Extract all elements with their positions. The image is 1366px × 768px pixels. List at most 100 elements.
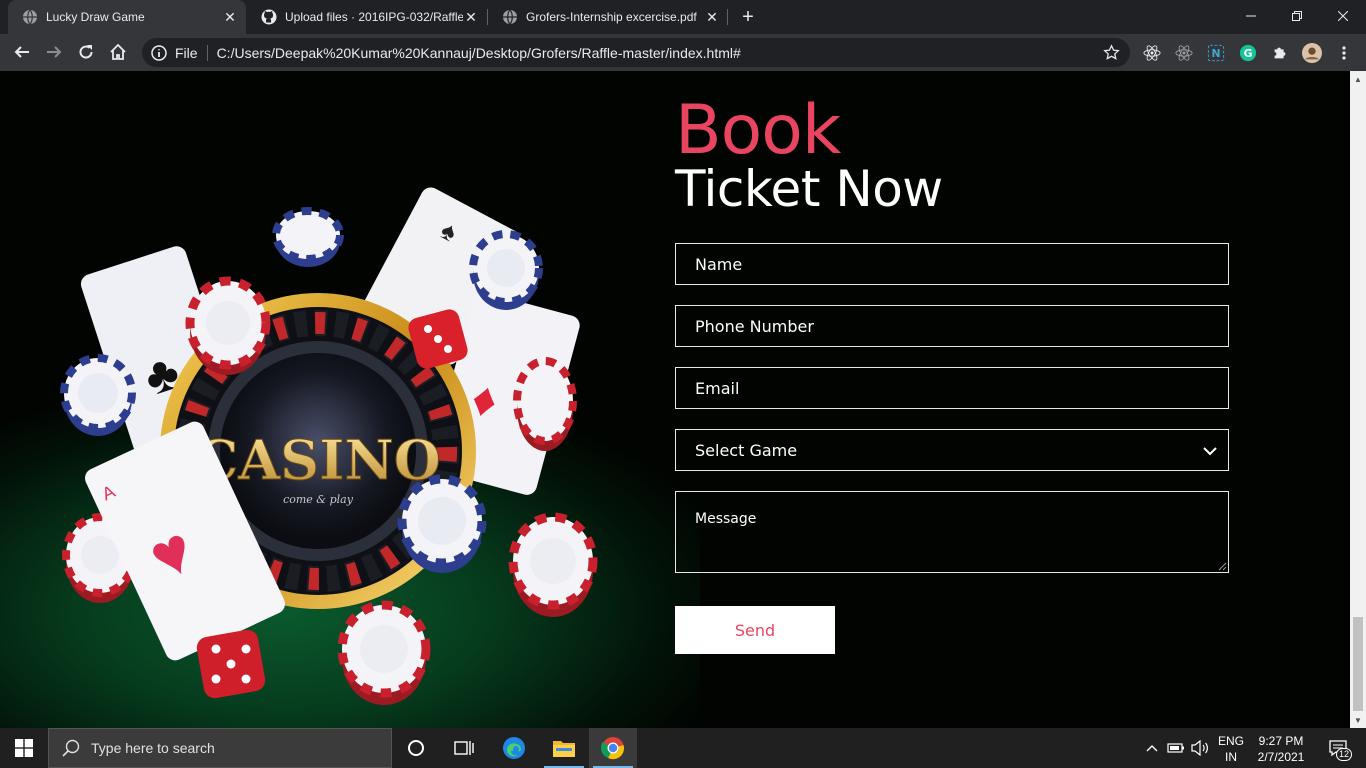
arrow-left-icon	[14, 46, 29, 58]
reload-icon	[79, 45, 93, 59]
svg-text:N: N	[1211, 47, 1220, 60]
file-explorer-taskbar-button[interactable]	[540, 728, 588, 768]
react-devtools-icon[interactable]	[1142, 43, 1162, 63]
globe-icon	[503, 9, 517, 25]
svg-text:G: G	[1244, 47, 1253, 60]
github-icon	[261, 9, 277, 25]
task-view-icon	[454, 741, 474, 755]
casino-chip-blue	[272, 207, 344, 267]
message-placeholder: Message	[695, 511, 757, 527]
casino-chip-red	[513, 357, 577, 451]
browser-toolbar: File C:/Users/Deepak%20Kumar%20Kannauj/D…	[0, 34, 1366, 71]
minimize-icon	[1246, 15, 1256, 17]
notification-count: 12	[1335, 748, 1352, 761]
close-tab-icon[interactable]: ✕	[463, 9, 479, 25]
volume-button[interactable]	[1188, 728, 1212, 768]
windows-taskbar: Type here to search ENG IN 9:27 PM 2/7/2…	[0, 728, 1366, 768]
casino-chip-blue	[469, 230, 543, 310]
language-indicator[interactable]: ENG IN	[1214, 733, 1248, 765]
casino-chip-red	[337, 600, 431, 705]
cortana-button[interactable]	[392, 728, 440, 768]
back-button[interactable]	[8, 38, 36, 66]
chrome-menu-button[interactable]	[1334, 43, 1354, 63]
page-content: ♠ ♣ ♦ CASINO come & play ♥ A Book Ticket…	[0, 71, 1350, 728]
profile-avatar-icon[interactable]	[1302, 43, 1322, 63]
email-input[interactable]	[675, 367, 1229, 409]
send-button[interactable]: Send	[675, 606, 835, 654]
game-select-value: Select Game	[695, 440, 798, 460]
close-tab-icon[interactable]: ✕	[222, 9, 238, 25]
message-textarea[interactable]: Message	[675, 491, 1229, 573]
scrollbar-thumb[interactable]	[1353, 617, 1363, 711]
info-icon[interactable]	[151, 44, 167, 61]
close-window-button[interactable]	[1320, 0, 1366, 32]
scroll-up-arrow-icon[interactable]: ▲	[1350, 71, 1366, 87]
notion-icon[interactable]: N	[1206, 43, 1226, 63]
task-view-button[interactable]	[440, 728, 488, 768]
battery-icon	[1167, 743, 1184, 753]
bookmark-star-icon[interactable]	[1103, 44, 1120, 61]
tab-upload-files[interactable]: Upload files · 2016IPG-032/Raffle ✕	[247, 0, 487, 34]
scroll-down-arrow-icon[interactable]: ▼	[1350, 712, 1366, 728]
chrome-taskbar-button[interactable]	[589, 728, 637, 768]
close-icon	[1338, 11, 1348, 21]
tab-title: Upload files · 2016IPG-032/Raffle	[285, 10, 463, 24]
chevron-up-icon	[1146, 745, 1158, 752]
edge-icon	[503, 737, 525, 759]
edge-taskbar-button[interactable]	[490, 728, 538, 768]
chevron-down-icon	[1203, 447, 1217, 456]
region-code: IN	[1225, 750, 1237, 764]
heading-accent: Book	[675, 91, 841, 170]
kebab-menu-icon	[1342, 46, 1346, 60]
chrome-icon	[601, 737, 624, 760]
address-bar[interactable]: File C:/Users/Deepak%20Kumar%20Kannauj/D…	[142, 38, 1130, 67]
casino-chip-blue	[60, 354, 136, 436]
clock-date: 2/7/2021	[1257, 750, 1305, 764]
casino-chip-blue	[397, 474, 487, 573]
tab-grofers-pdf[interactable]: Grofers-Internship excercise.pdf ✕	[488, 0, 728, 34]
grammarly-icon[interactable]: G	[1238, 43, 1258, 63]
casino-chip-red	[508, 512, 598, 617]
heading-main: Ticket Now	[675, 160, 943, 218]
search-icon	[62, 739, 80, 757]
reload-button[interactable]	[72, 38, 100, 66]
clock[interactable]: 9:27 PM 2/7/2021	[1252, 733, 1310, 765]
arrow-right-icon	[47, 46, 62, 58]
windows-logo-icon	[15, 739, 33, 757]
casino-logo-text: CASINO	[195, 428, 441, 492]
casino-tagline-text: come & play	[283, 493, 354, 506]
url-text[interactable]: C:/Users/Deepak%20Kumar%20Kannauj/Deskto…	[217, 45, 741, 61]
forward-button[interactable]	[40, 38, 68, 66]
language-code: ENG	[1217, 734, 1244, 748]
address-divider	[206, 44, 208, 61]
cortana-circle-icon	[408, 740, 424, 756]
search-placeholder: Type here to search	[91, 740, 215, 756]
battery-button[interactable]	[1164, 728, 1188, 768]
taskbar-search-box[interactable]: Type here to search	[48, 728, 392, 768]
folder-icon	[553, 741, 575, 757]
tab-lucky-draw-game[interactable]: Lucky Draw Game ✕	[8, 0, 246, 34]
page-scrollbar[interactable]: ▲ ▼	[1350, 71, 1366, 728]
close-tab-icon[interactable]: ✕	[704, 9, 720, 25]
new-tab-button[interactable]: +	[737, 5, 759, 29]
restore-button[interactable]	[1274, 0, 1320, 32]
restore-icon	[1292, 11, 1302, 21]
home-button[interactable]	[104, 38, 132, 66]
redux-devtools-icon[interactable]	[1174, 43, 1194, 63]
globe-icon	[23, 9, 37, 25]
tab-title: Lucky Draw Game	[46, 10, 145, 24]
action-center-button[interactable]: 12	[1318, 728, 1358, 768]
speaker-icon	[1191, 740, 1208, 756]
name-input[interactable]	[675, 243, 1229, 285]
show-hidden-icons-button[interactable]	[1140, 728, 1164, 768]
start-button[interactable]	[0, 728, 48, 768]
minimize-button[interactable]	[1228, 0, 1274, 32]
game-select[interactable]: Select Game	[675, 429, 1229, 471]
red-die	[196, 629, 266, 699]
phone-input[interactable]	[675, 305, 1229, 347]
tab-separator	[727, 9, 728, 25]
puzzle-icon[interactable]	[1270, 43, 1290, 63]
clock-time: 9:27 PM	[1258, 734, 1304, 748]
tab-title: Grofers-Internship excercise.pdf	[526, 10, 697, 24]
resize-grip-icon[interactable]	[1217, 561, 1227, 571]
